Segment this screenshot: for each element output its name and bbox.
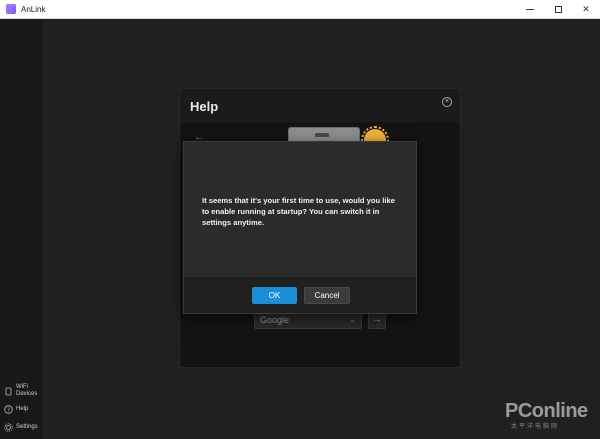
chevron-down-icon: ⌄ — [349, 315, 356, 324]
minimize-button[interactable] — [516, 0, 544, 19]
minimize-icon — [526, 9, 534, 10]
window-title: AnLink — [21, 4, 46, 14]
search-engine-value: Google — [260, 315, 290, 325]
help-close-button[interactable]: × — [442, 97, 452, 107]
help-icon: ? — [4, 405, 13, 414]
wifi-devices-icon — [4, 387, 13, 396]
sidebar-item-label: WiFi Devices — [16, 384, 38, 397]
arrow-right-icon: → — [372, 314, 382, 325]
close-icon: ✕ — [582, 4, 590, 14]
maximize-button[interactable] — [544, 0, 572, 19]
sidebar-item-label: Help — [16, 406, 29, 412]
close-window-button[interactable]: ✕ — [572, 0, 600, 19]
cancel-button[interactable]: Cancel — [304, 287, 350, 304]
sidebar-item-settings[interactable]: Settings — [4, 423, 42, 432]
ok-button[interactable]: OK — [252, 287, 297, 304]
watermark-logo: PConline — [505, 400, 588, 422]
sidebar-item-help[interactable]: ? Help — [4, 405, 42, 414]
help-title: Help — [190, 99, 219, 114]
title-bar: AnLink ✕ — [0, 0, 600, 19]
gear-icon — [4, 423, 13, 432]
watermark: PConline 太平洋电脑网 — [505, 400, 595, 436]
maximize-icon — [554, 6, 562, 13]
startup-dialog: It seems that it's your first time to us… — [183, 141, 417, 314]
anlink-app-icon — [6, 4, 16, 14]
dialog-message: It seems that it's your first time to us… — [202, 196, 395, 227]
dialog-footer: OK Cancel — [184, 277, 416, 313]
help-header: Help × — [180, 89, 460, 122]
svg-text:?: ? — [7, 408, 10, 414]
sidebar: WiFi Devices ? Help Settings — [0, 19, 42, 439]
sidebar-item-wifi-devices[interactable]: WiFi Devices — [4, 384, 42, 398]
window-controls: ✕ — [516, 0, 600, 19]
sidebar-item-label: Settings — [16, 424, 38, 430]
